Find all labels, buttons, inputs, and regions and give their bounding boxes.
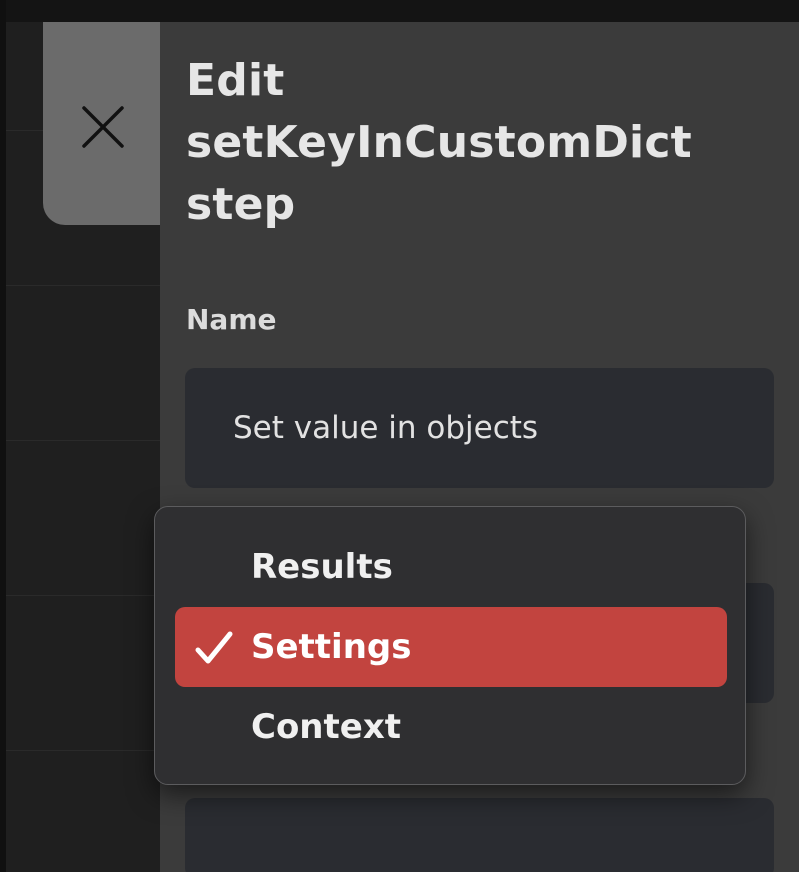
background-divider	[6, 595, 160, 596]
menu-item-settings[interactable]: Settings	[175, 607, 727, 687]
background-divider	[6, 750, 160, 751]
value-field[interactable]	[185, 798, 774, 872]
background-divider	[6, 285, 160, 286]
source-dropdown-menu: Results Settings Context	[154, 506, 746, 785]
checkmark-icon	[195, 631, 233, 664]
app-canvas: Edit setKeyInCustomDict step Name Result…	[0, 0, 799, 872]
name-field-label: Name	[186, 303, 277, 336]
menu-item-label: Context	[251, 707, 402, 747]
close-icon[interactable]	[76, 100, 130, 154]
menu-item-context[interactable]: Context	[175, 687, 727, 767]
name-input[interactable]	[185, 368, 774, 488]
window-top-edge	[0, 0, 799, 22]
menu-item-label: Results	[251, 547, 393, 587]
panel-title: Edit setKeyInCustomDict step	[186, 55, 692, 230]
menu-item-results[interactable]: Results	[175, 527, 727, 607]
menu-item-label: Settings	[251, 627, 412, 667]
background-divider	[6, 440, 160, 441]
